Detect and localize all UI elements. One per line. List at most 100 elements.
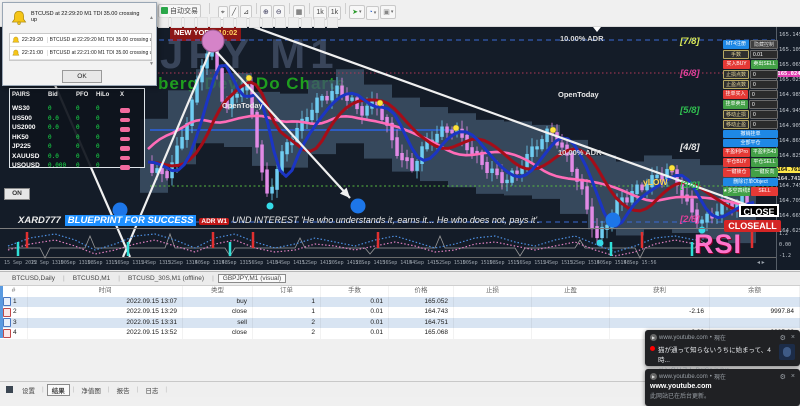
alert-row[interactable]: 22:29:20BTCUSD at 22:29:20 M1 TDI 35.00 …	[10, 34, 151, 47]
panel-button[interactable]: 删除订单Object	[723, 178, 778, 186]
expert-advisor-icon[interactable]: ➤▾	[349, 5, 364, 19]
close-all-button[interactable]: CLOSEALL	[724, 220, 781, 232]
pair-symbol: USOUSD	[12, 162, 48, 169]
fraction-label-38: [3/8]	[680, 180, 700, 191]
chart-scroll-arrows[interactable]: ◂ ▸	[757, 259, 765, 266]
open-today-label-right: OpenToday	[558, 90, 599, 99]
template-icon[interactable]: ▣▾	[380, 5, 396, 19]
order-close-icon	[3, 308, 11, 317]
panel-button[interactable]: SELL	[751, 187, 778, 196]
table-cell: 165.052	[389, 297, 454, 308]
scroll-up-icon[interactable]: ▲	[149, 15, 154, 21]
panel-button[interactable]: 隐藏控制	[750, 40, 778, 49]
dot-separator: •	[710, 374, 712, 380]
tester-tab-1[interactable]: 结果	[47, 384, 70, 396]
tester-tab-4[interactable]: 日志	[141, 385, 162, 395]
table-row[interactable]: 22022.09.15 13:29close10.01164.743-2.169…	[0, 307, 800, 318]
quote-author: XARD777	[18, 215, 61, 226]
panel-button[interactable]: 挂单买入	[723, 90, 748, 99]
adr-label-top: 10.00% ADR	[560, 34, 604, 43]
panel-value-field[interactable]: 0	[749, 100, 778, 109]
panel-button[interactable]: 全部平仓	[723, 139, 778, 147]
chart-tab-btcusd_30s[interactable]: BTCUSD_30S,M1 (offline)	[124, 275, 208, 282]
close-icon[interactable]: ×	[791, 334, 795, 341]
chart-tab-btcusd[interactable]: BTCUSD,Daily	[8, 275, 59, 282]
pair-pfo: 0	[76, 153, 96, 160]
pairs-dashboard: PAIRSBidPFOHiLoXWS30000US5000.000US20000…	[9, 88, 145, 168]
panel-button[interactable]: 一键反向	[751, 168, 778, 177]
alert-time: 22:21:00	[22, 50, 48, 56]
yellow-price-box: 164.761	[777, 167, 800, 173]
panel-value-field[interactable]: 0	[750, 110, 778, 119]
panel-value-field[interactable]: 0	[750, 120, 778, 129]
table-cell: 0.01	[321, 297, 389, 308]
panel-button[interactable]: 挂单卖出	[723, 100, 748, 109]
pair-symbol: HK50	[12, 134, 48, 141]
price-tick-label: 165.105	[779, 47, 800, 53]
trade-buttons-panel: MT4注册隐藏控制手数0.01买入BUY卖出SELL止损点数0止盈点数0挂单买入…	[723, 40, 778, 196]
panel-button[interactable]: 一键锁仓	[723, 168, 750, 177]
tester-tab-2[interactable]: 净值图	[77, 385, 105, 395]
notification-title: 猫が通って知らないうちに始まって、4時...	[658, 344, 776, 364]
timeframe-icon[interactable]: ◔▾	[366, 6, 380, 20]
chart-window-tabs: BTCUSD,Daily|BTCUSD,M1|BTCUSD_30S,M1 (of…	[0, 271, 800, 286]
tester-tab-3[interactable]: 报告	[113, 385, 134, 395]
price-tick-label: 165.065	[779, 62, 800, 68]
table-row[interactable]: 12022.09.15 13:07buy10.01165.052	[0, 297, 800, 308]
pair-pfo: 0	[76, 143, 96, 150]
table-header: 价格	[389, 286, 454, 297]
gear-icon[interactable]: ⚙	[780, 334, 786, 342]
panel-value-field[interactable]: 0.01	[750, 50, 778, 59]
table-cell: close	[183, 328, 253, 339]
chart-tab-gbpjpy[interactable]: GBPJPY,M1 (visual)	[218, 274, 286, 283]
alert-row[interactable]: 22:21:00BTCUSD at 22:21:00 M1 TDI 35.00 …	[10, 47, 151, 60]
adr-w1-badge[interactable]: ADR W1	[199, 218, 229, 225]
mt4-terminal: 自动交易 ⌖╱⊿⊕⊖▦1k1k➤▾◔▾▣▾ 165.145165.105165.…	[0, 0, 800, 406]
pair-hilo: 0	[96, 143, 120, 150]
notification-youtube-updated[interactable]: ▶ www.youtube.com • 現在 ⚙ × www.youtube.c…	[645, 369, 800, 406]
panel-button[interactable]: 撤销挂单	[723, 130, 778, 138]
table-cell	[532, 318, 610, 329]
pair-bid: 0	[48, 134, 76, 141]
price-tick-label: 164.945	[779, 108, 800, 114]
panel-button[interactable]: 买入BUY	[723, 60, 750, 69]
panel-value-field[interactable]: 0	[750, 70, 778, 79]
panel-button[interactable]: 卖出SELL	[751, 60, 778, 69]
pair-symbol: WS30	[12, 105, 48, 112]
ok-button[interactable]: OK	[62, 70, 102, 83]
pair-hilo: 0	[96, 105, 120, 112]
pair-hilo: 0	[96, 124, 120, 131]
panel-value-field[interactable]: 0	[749, 90, 778, 99]
table-cell: 9997.84	[710, 307, 800, 318]
table-cell: 164.743	[389, 307, 454, 318]
pair-hilo: 0	[96, 115, 120, 122]
tester-tab-0[interactable]: 设置	[18, 385, 39, 395]
notification-site: www.youtube.com	[659, 335, 708, 341]
on-toggle-button[interactable]: ON	[4, 188, 30, 200]
time-axis: 15 Sep 202215 Sep 13:0015 Sep 13:0815 Se…	[0, 260, 776, 270]
table-cell: close	[183, 307, 253, 318]
close-button[interactable]: CLOSE	[739, 204, 779, 217]
close-icon[interactable]: ×	[791, 373, 795, 380]
panel-value-field[interactable]: 0	[750, 80, 778, 89]
panel-button[interactable]: 平盈利Pro	[723, 148, 750, 157]
panel-button[interactable]: ★多空四线BUY	[723, 187, 750, 196]
scroll-down-icon[interactable]: ▼	[149, 61, 154, 67]
panel-button[interactable]: 平盈利543	[751, 148, 778, 157]
pair-symbol: US500	[12, 115, 48, 122]
panel-button[interactable]: MT4注册	[723, 40, 749, 49]
pair-pfo: 0	[76, 134, 96, 141]
table-cell: 0.01	[321, 307, 389, 318]
price-tick-label: 164.905	[779, 123, 800, 129]
table-row[interactable]: 32022.09.15 13:31sell20.01164.751	[0, 318, 800, 329]
notification-youtube-live[interactable]: ▶ www.youtube.com • 現在 ⚙ × 猫が通って知らないうちに始…	[645, 330, 800, 366]
panel-label: 止盈点数	[723, 80, 749, 89]
gear-icon[interactable]: ⚙	[780, 373, 786, 381]
dot-separator: •	[710, 335, 712, 341]
panel-button[interactable]: 平仓BUY	[723, 158, 750, 167]
chart-tab-btcusd[interactable]: BTCUSD,M1	[69, 275, 115, 282]
panel-button[interactable]: 平仓SELL	[751, 158, 778, 167]
pair-pfo: 0	[76, 115, 96, 122]
price-tick-label: 164.825	[779, 153, 800, 159]
table-cell: 2022.09.15 13:07	[28, 297, 183, 308]
